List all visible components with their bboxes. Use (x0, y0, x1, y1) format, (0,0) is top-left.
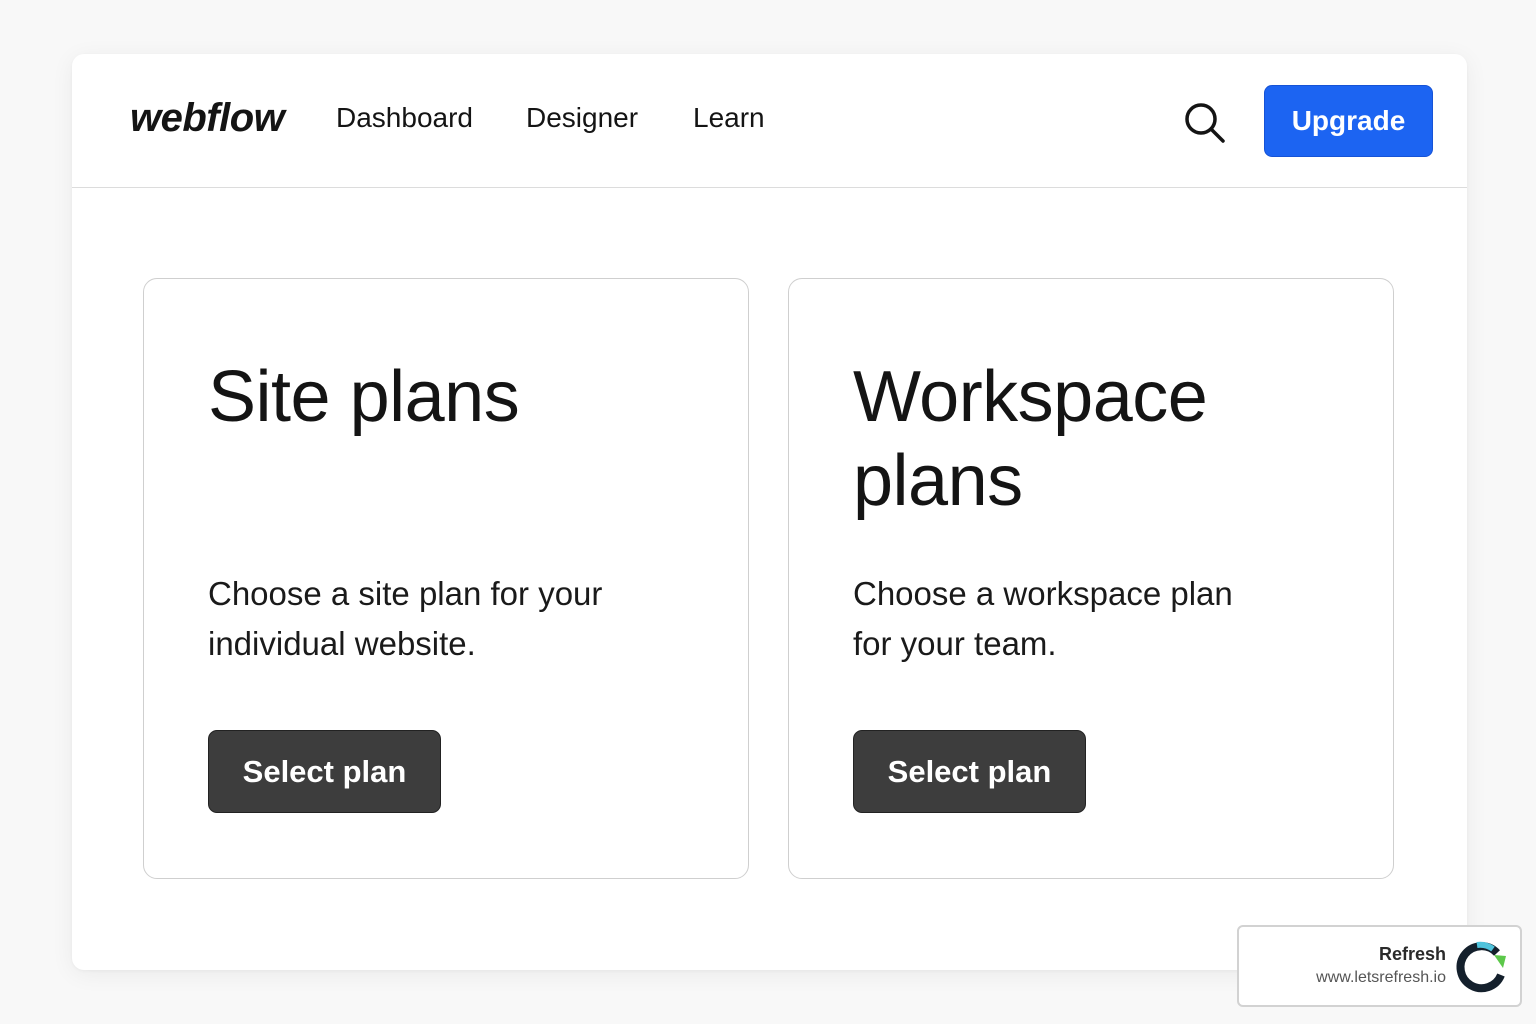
nav-learn[interactable]: Learn (693, 102, 765, 134)
workspace-plans-card: Workspace plans Choose a workspace plan … (788, 278, 1394, 879)
nav-designer[interactable]: Designer (526, 102, 638, 134)
card-description: Choose a site plan for your individual w… (208, 575, 603, 662)
nav-dashboard[interactable]: Dashboard (336, 102, 473, 134)
card-title: Site plans (208, 357, 520, 437)
refresh-logo-icon (1456, 941, 1506, 993)
search-icon (1185, 103, 1225, 143)
card-title: Workspace plans (853, 357, 1208, 521)
upgrade-button[interactable]: Upgrade (1264, 85, 1433, 157)
select-workspace-plan-button[interactable]: Select plan (853, 730, 1086, 813)
site-plans-card: Site plans Choose a site plan for your i… (143, 278, 749, 879)
search-button[interactable] (1182, 100, 1228, 146)
top-navbar: webflow Dashboard Designer Learn Upgrade (72, 54, 1467, 188)
card-description: Choose a workspace plan for your team. (853, 575, 1233, 662)
badge-name: Refresh (1378, 944, 1446, 964)
badge-url: www.letsrefresh.io (1316, 969, 1446, 986)
webflow-logo[interactable]: webflow (130, 96, 285, 141)
refresh-watermark-badge: Refresh www.letsrefresh.io (1237, 925, 1522, 1007)
app-window: webflow Dashboard Designer Learn Upgrade… (72, 54, 1467, 970)
select-site-plan-button[interactable]: Select plan (208, 730, 441, 813)
